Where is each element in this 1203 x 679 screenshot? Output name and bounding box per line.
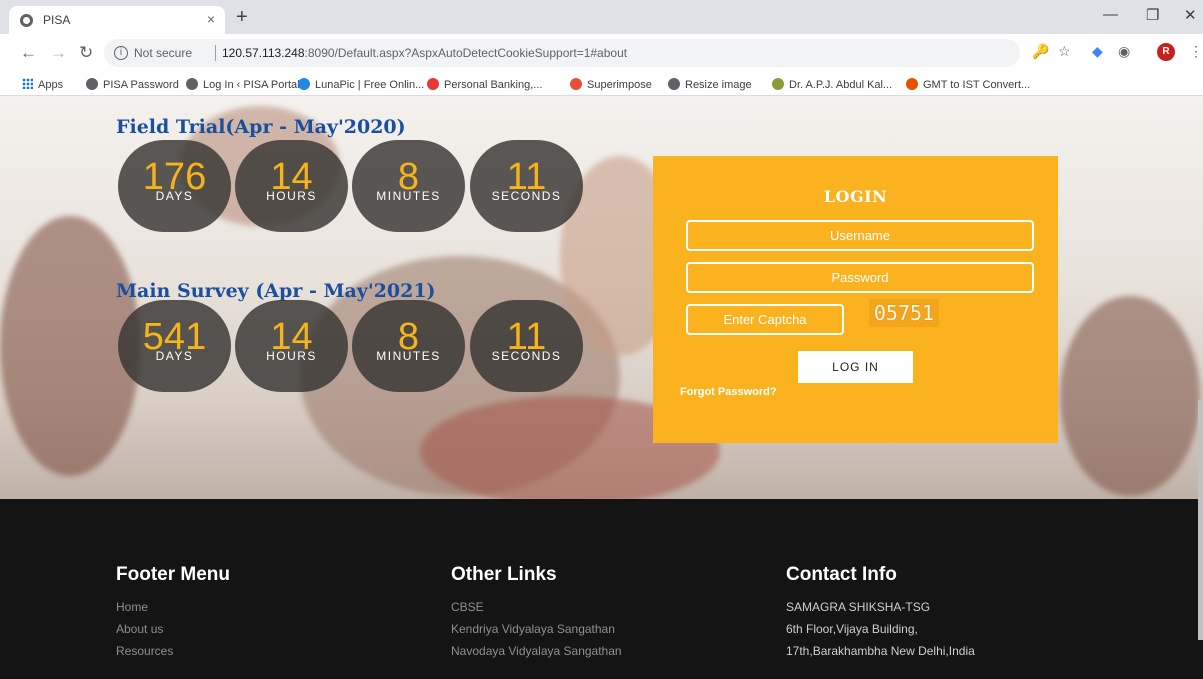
browser-toolbar: ← → ↻ i Not secure 120.57.113.248:8090/D… xyxy=(0,34,1203,74)
other-links: Other Links CBSE Kendriya Vidyalaya Sang… xyxy=(451,564,622,664)
countdown-days: 176 DAYS xyxy=(118,140,231,232)
footer-link-about[interactable]: About us xyxy=(116,620,230,642)
contact-line: SAMAGRA SHIKSHA-TSG xyxy=(786,600,931,614)
bookmark-star-icon[interactable]: ☆ xyxy=(1058,43,1071,60)
footer-link-nvs[interactable]: Navodaya Vidyalaya Sangathan xyxy=(451,642,622,664)
countdown-seconds: 11 SECONDS xyxy=(470,140,583,232)
seconds-label: SECONDS xyxy=(491,349,562,363)
not-secure-label: Not secure xyxy=(134,46,193,60)
contact-line: 6th Floor,Vijaya Building, xyxy=(786,622,918,636)
reload-icon[interactable]: ↻ xyxy=(79,43,93,63)
footer-link-resources[interactable]: Resources xyxy=(116,642,230,664)
bookmark-label: Log In ‹ PISA Portal... xyxy=(203,79,309,91)
bookmark-label: Apps xyxy=(38,79,64,91)
kalam-icon xyxy=(772,78,784,90)
contact-info: Contact Info SAMAGRA SHIKSHA-TSG 6th Flo… xyxy=(786,564,975,664)
bookmark-item[interactable]: Log In ‹ PISA Portal... xyxy=(186,78,309,91)
countdown-minutes: 8 MINUTES xyxy=(352,300,465,392)
superimpose-icon xyxy=(570,78,582,90)
tab-strip: PISA × + — ❐ ✕ xyxy=(0,0,1203,34)
bookmark-item[interactable]: LunaPic | Free Onlin... xyxy=(298,78,424,91)
divider xyxy=(215,45,216,61)
profile-avatar[interactable]: R xyxy=(1157,43,1175,61)
bookmark-item[interactable]: PISA Password xyxy=(86,78,179,91)
url-host: 120.57.113.248 xyxy=(222,46,305,60)
minutes-label: MINUTES xyxy=(376,349,441,363)
lunapic-icon xyxy=(298,78,310,90)
extension-icon[interactable]: ◆ xyxy=(1092,43,1103,60)
apps-grid-icon xyxy=(22,78,33,89)
bookmark-item[interactable]: Superimpose xyxy=(570,78,652,91)
forward-icon[interactable]: → xyxy=(50,43,67,63)
footer-menu: Footer Menu Home About us Resources xyxy=(116,564,230,664)
bookmark-label: Dr. A.P.J. Abdul Kal... xyxy=(789,79,893,91)
new-tab-button[interactable]: + xyxy=(236,6,248,29)
days-label: DAYS xyxy=(155,349,194,363)
tab-title: PISA xyxy=(43,13,71,27)
footer-menu-title: Footer Menu xyxy=(116,564,230,585)
menu-dots-icon[interactable]: ⋮ xyxy=(1189,43,1203,60)
hours-label: HOURS xyxy=(266,189,317,203)
field-trial-title: Field Trial(Apr - May'2020) xyxy=(116,116,406,138)
footer-link-kvs[interactable]: Kendriya Vidyalaya Sangathan xyxy=(451,620,622,642)
footer: Footer Menu Home About us Resources Othe… xyxy=(0,499,1203,679)
captcha-input[interactable] xyxy=(686,304,844,335)
bookmark-item[interactable]: Apps xyxy=(22,78,63,91)
address-bar[interactable]: i Not secure 120.57.113.248:8090/Default… xyxy=(104,39,1020,67)
restore-icon[interactable]: ❐ xyxy=(1146,6,1159,24)
other-links-title: Other Links xyxy=(451,564,557,585)
countdown-hours: 14 HOURS xyxy=(235,300,348,392)
globe-icon xyxy=(668,78,680,90)
minutes-label: MINUTES xyxy=(376,189,441,203)
back-icon[interactable]: ← xyxy=(20,43,37,63)
globe-icon xyxy=(86,78,98,90)
login-button[interactable]: LOG IN xyxy=(798,351,913,383)
bookmark-label: PISA Password xyxy=(103,79,179,91)
footer-link-cbse[interactable]: CBSE xyxy=(451,598,622,620)
bookmark-item[interactable]: Personal Banking,... xyxy=(427,78,542,91)
footer-link-home[interactable]: Home xyxy=(116,598,230,620)
info-icon[interactable]: i xyxy=(114,46,128,60)
login-heading: LOGIN xyxy=(823,187,888,206)
background-photo xyxy=(1060,296,1200,496)
contact-line: 17th,Barakhambha New Delhi,India xyxy=(786,644,975,658)
bookmark-item[interactable]: Resize image xyxy=(668,78,752,91)
bookmark-item[interactable]: GMT to IST Convert... xyxy=(906,78,1030,91)
bookmark-label: Personal Banking,... xyxy=(444,79,543,91)
main-survey-title: Main Survey (Apr - May'2021) xyxy=(116,280,436,302)
days-label: DAYS xyxy=(155,189,194,203)
tab-close-button[interactable]: × xyxy=(207,11,215,27)
captcha-image: 05751 xyxy=(869,299,939,327)
globe-icon xyxy=(20,14,33,27)
countdown-minutes: 8 MINUTES xyxy=(352,140,465,232)
username-input[interactable] xyxy=(686,220,1034,251)
clock-icon xyxy=(906,78,918,90)
forgot-password-link[interactable]: Forgot Password? xyxy=(680,386,777,398)
countdown-days: 541 DAYS xyxy=(118,300,231,392)
url-text[interactable]: 120.57.113.248:8090/Default.aspx?AspxAut… xyxy=(222,46,627,60)
scrollbar[interactable] xyxy=(1198,400,1203,640)
bank-icon xyxy=(427,78,439,90)
minimize-icon[interactable]: — xyxy=(1103,6,1118,23)
bookmark-item[interactable]: Dr. A.P.J. Abdul Kal... xyxy=(772,78,892,91)
key-icon[interactable]: 🔑 xyxy=(1032,43,1049,60)
url-path: :8090/Default.aspx?AspxAutoDetectCookieS… xyxy=(304,46,628,60)
hours-label: HOURS xyxy=(266,349,317,363)
countdown-seconds: 11 SECONDS xyxy=(470,300,583,392)
login-panel: LOGIN 05751 LOG IN Forgot Password? xyxy=(653,156,1058,443)
contact-info-title: Contact Info xyxy=(786,564,897,585)
bookmarks-bar: Apps PISA Password Log In ‹ PISA Portal...… xyxy=(0,74,1203,96)
browser-tab[interactable]: PISA × xyxy=(9,6,225,34)
seconds-label: SECONDS xyxy=(491,189,562,203)
bookmark-label: Resize image xyxy=(685,79,752,91)
bookmark-label: GMT to IST Convert... xyxy=(923,79,1031,91)
bookmark-label: LunaPic | Free Onlin... xyxy=(315,79,425,91)
password-input[interactable] xyxy=(686,262,1034,293)
globe-icon xyxy=(186,78,198,90)
extension-circle-icon[interactable]: ◉ xyxy=(1118,43,1130,60)
countdown-hours: 14 HOURS xyxy=(235,140,348,232)
window-close-icon[interactable]: ✕ xyxy=(1184,6,1197,24)
bookmark-label: Superimpose xyxy=(587,79,652,91)
